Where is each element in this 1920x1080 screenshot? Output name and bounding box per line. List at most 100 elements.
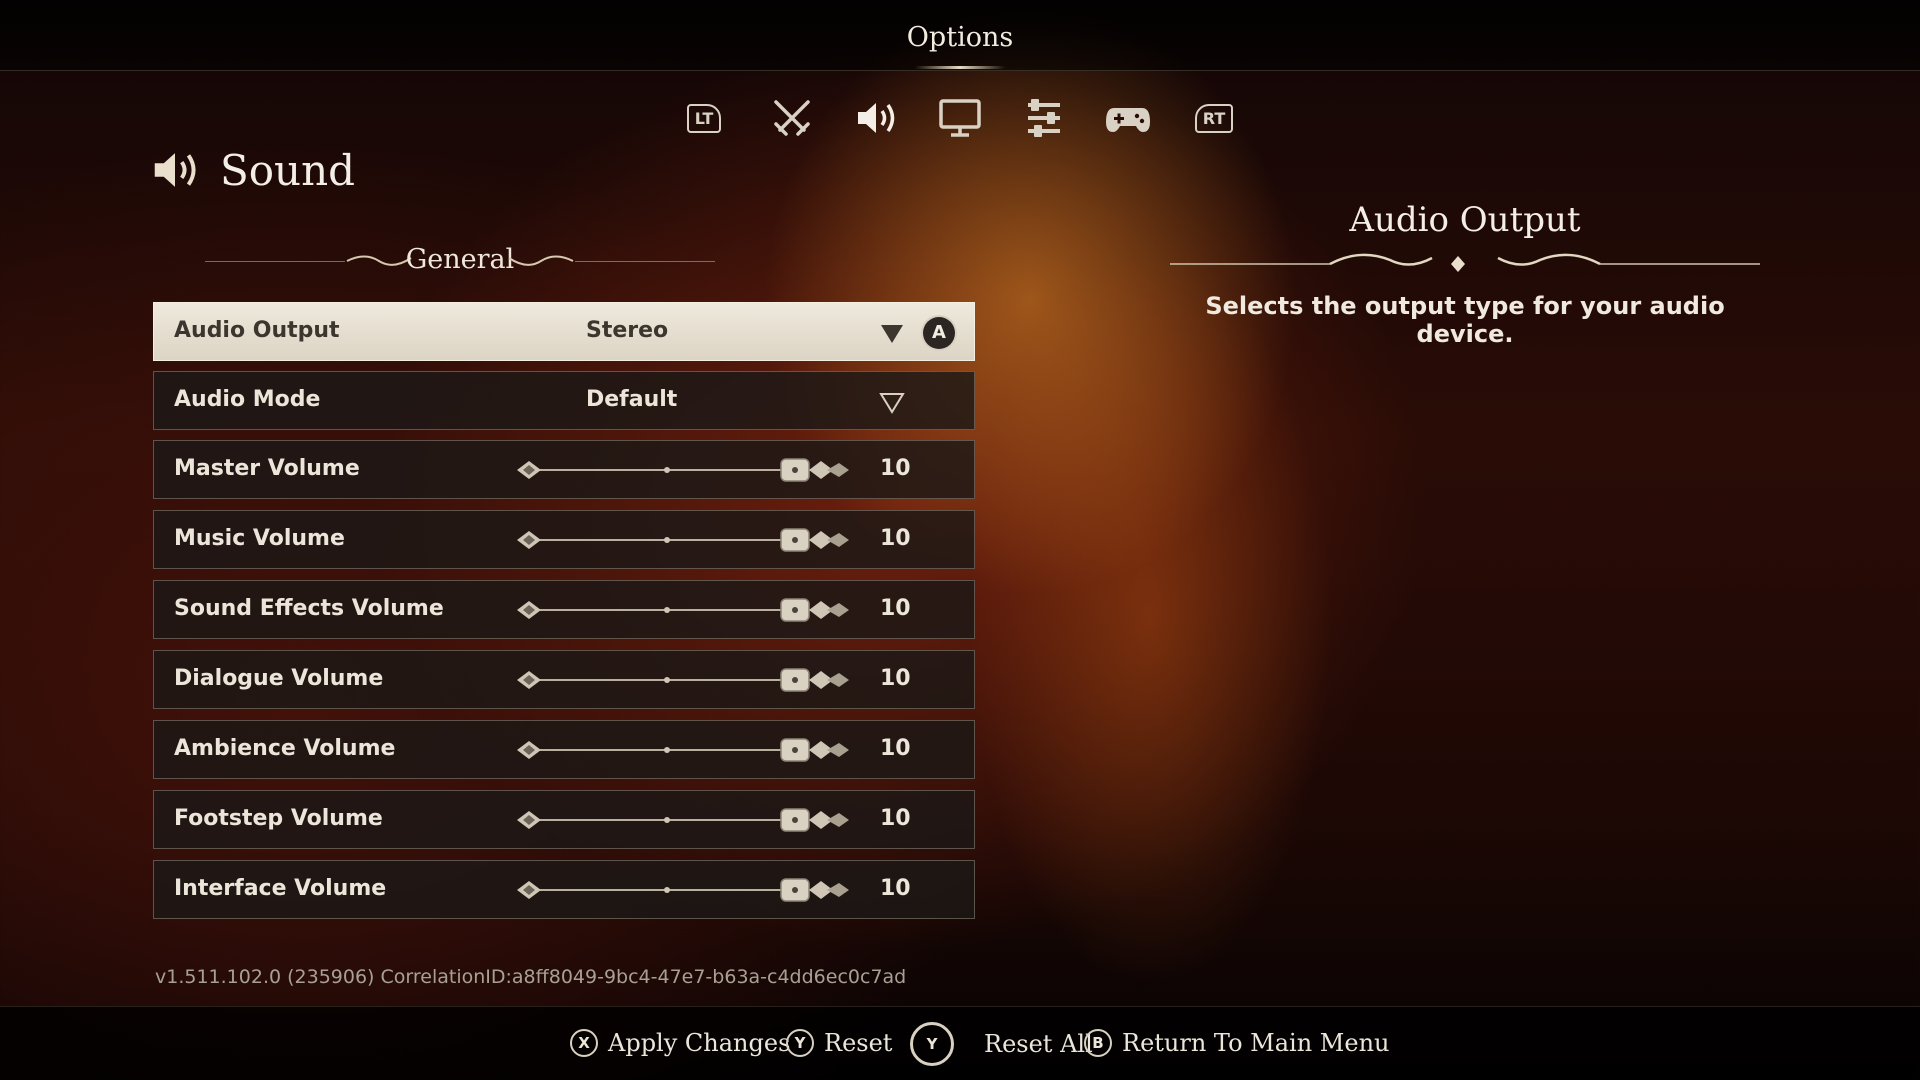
group-title: General [405, 244, 515, 275]
y-button-hold-icon: Y [910, 1022, 954, 1066]
apply-changes-label: Apply Changes [608, 1029, 791, 1057]
setting-label: Interface Volume [174, 876, 387, 901]
slider-end-arrow [827, 673, 849, 687]
setting-ambience-volume[interactable]: Ambience Volume 10 [153, 720, 975, 779]
a-button-icon: A [923, 317, 955, 349]
setting-audio-mode[interactable]: Audio Mode Default [153, 371, 975, 430]
ornament-flourish-right [508, 255, 574, 266]
tab-sound[interactable] [848, 92, 904, 144]
return-main-menu-prompt[interactable]: B Return To Main Menu [1084, 1029, 1390, 1057]
setting-label: Ambience Volume [174, 736, 396, 761]
title-underline [915, 66, 1005, 69]
volume-slider[interactable] [509, 663, 849, 697]
return-main-menu-label: Return To Main Menu [1122, 1029, 1390, 1057]
slider-end-arrow [827, 743, 849, 757]
version-text: v1.511.102.0 (235906) CorrelationID:a8ff… [155, 966, 907, 988]
group-header: General [205, 240, 715, 280]
slider-end-arrow [827, 883, 849, 897]
slider-value: 10 [880, 806, 911, 831]
volume-slider[interactable] [509, 873, 849, 907]
section-title: Sound [220, 145, 356, 195]
slider-knob-dot [792, 887, 798, 893]
slider-value: 10 [880, 526, 911, 551]
volume-slider[interactable] [509, 523, 849, 557]
slider-value: 10 [880, 736, 911, 761]
setting-label: Audio Mode [174, 387, 321, 412]
setting-audio-output[interactable]: Audio Output Stereo A [153, 302, 975, 361]
setting-label: Master Volume [174, 456, 360, 481]
gamepad-icon [1106, 108, 1150, 132]
setting-label: Sound Effects Volume [174, 596, 444, 621]
slider-midpoint-mark [664, 887, 670, 893]
slider-value: 10 [880, 876, 911, 901]
speaker-icon [858, 103, 895, 133]
crossed-swords-icon [774, 100, 810, 136]
setting-sound-effects-volume[interactable]: Sound Effects Volume 10 [153, 580, 975, 639]
setting-footstep-volume[interactable]: Footstep Volume 10 [153, 790, 975, 849]
apply-changes-prompt[interactable]: X Apply Changes [570, 1029, 790, 1057]
slider-knob-dot [792, 817, 798, 823]
slider-value: 10 [880, 666, 911, 691]
setting-dialogue-volume[interactable]: Dialogue Volume 10 [153, 650, 975, 709]
chevron-down-icon[interactable] [878, 319, 906, 347]
setting-music-volume[interactable]: Music Volume 10 [153, 510, 975, 569]
page-title: Options [906, 22, 1014, 53]
tab-gameplay[interactable] [764, 92, 820, 144]
reset-all-label: Reset All [984, 1030, 1093, 1058]
tab-next-rt[interactable]: RT [1186, 92, 1242, 144]
slider-midpoint-mark [664, 537, 670, 543]
section-header: Sound [148, 143, 355, 197]
info-ornament-divider [1170, 253, 1760, 272]
b-button-icon: B [1084, 1029, 1112, 1057]
setting-label: Music Volume [174, 526, 345, 551]
reset-label: Reset [824, 1029, 893, 1057]
slider-knob-dot [792, 467, 798, 473]
slider-end-arrow [827, 813, 849, 827]
slider-knob-dot [792, 607, 798, 613]
top-bar: Options [0, 0, 1920, 71]
setting-interface-volume[interactable]: Interface Volume 10 [153, 860, 975, 919]
setting-label: Audio Output [174, 318, 340, 343]
volume-slider[interactable] [509, 453, 849, 487]
slider-knob-dot [792, 537, 798, 543]
setting-master-volume[interactable]: Master Volume 10 [153, 440, 975, 499]
x-button-icon: X [570, 1029, 598, 1057]
chevron-down-icon[interactable] [878, 388, 906, 416]
speaker-icon [154, 153, 196, 187]
slider-end-arrow [827, 463, 849, 477]
slider-midpoint-mark [664, 607, 670, 613]
setting-label: Dialogue Volume [174, 666, 384, 691]
slider-end-arrow [827, 603, 849, 617]
dropdown-value: Stereo [586, 318, 669, 343]
volume-slider[interactable] [509, 593, 849, 627]
dropdown-value: Default [586, 387, 678, 412]
rt-bumper-label: RT [1194, 103, 1234, 133]
slider-value: 10 [880, 596, 911, 621]
info-description: Selects the output type for your audio d… [1205, 292, 1725, 348]
slider-value: 10 [880, 456, 911, 481]
slider-midpoint-mark [664, 747, 670, 753]
slider-knob-dot [792, 747, 798, 753]
slider-midpoint-mark [664, 817, 670, 823]
slider-midpoint-mark [664, 467, 670, 473]
tab-prev-lt[interactable]: LT [676, 92, 732, 144]
category-tabs: LT RT [0, 92, 1920, 144]
volume-slider[interactable] [509, 733, 849, 767]
lt-bumper-label: LT [686, 103, 722, 133]
setting-label: Footstep Volume [174, 806, 383, 831]
sliders-icon [1028, 99, 1060, 137]
ornament-line-right [575, 261, 715, 262]
monitor-icon [939, 99, 981, 137]
tab-advanced[interactable] [1016, 92, 1072, 144]
reset-prompt[interactable]: Y Reset [786, 1029, 892, 1057]
volume-slider[interactable] [509, 803, 849, 837]
tab-display[interactable] [932, 92, 988, 144]
slider-knob-dot [792, 677, 798, 683]
y-button-icon: Y [786, 1029, 814, 1057]
bottom-bar: X Apply Changes Y Reset Y Reset All B Re… [0, 1006, 1920, 1080]
slider-end-arrow [827, 533, 849, 547]
slider-midpoint-mark [664, 677, 670, 683]
reset-all-prompt[interactable]: Y Reset All [910, 1022, 1093, 1066]
info-title: Audio Output [1349, 200, 1581, 240]
tab-controls[interactable] [1100, 92, 1156, 144]
